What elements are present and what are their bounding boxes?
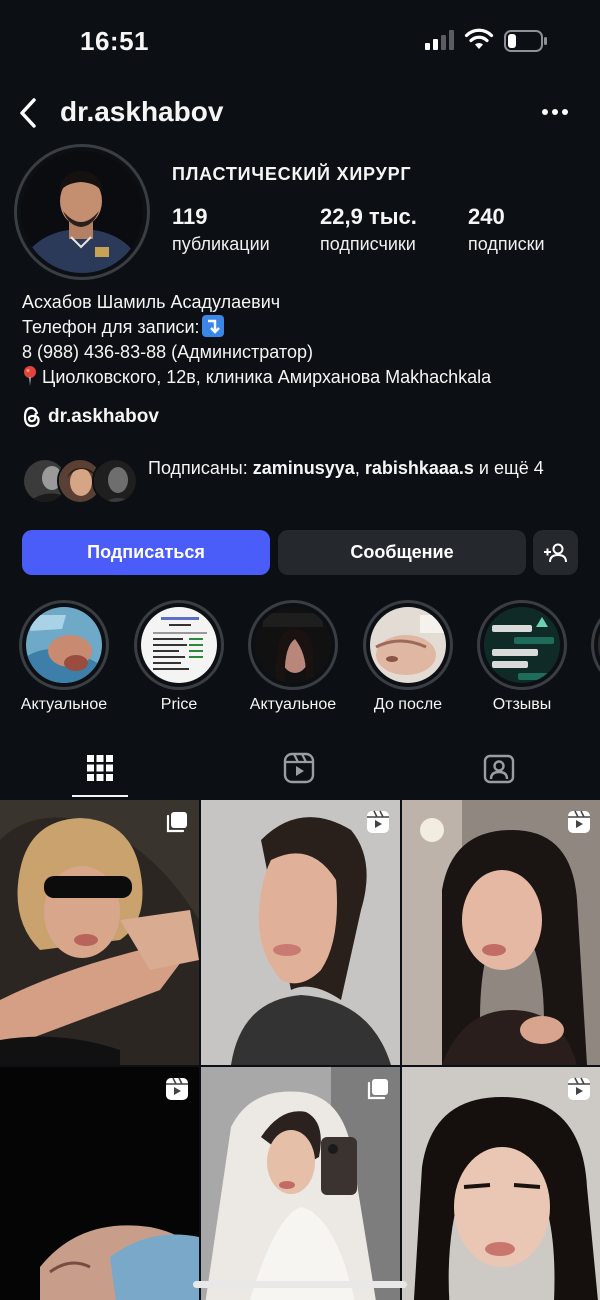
avatar-photo <box>21 151 143 273</box>
highlight-label: Отзывы <box>492 696 552 713</box>
follower-avatar <box>92 458 138 504</box>
following-count[interactable]: 240 подписки <box>468 203 545 257</box>
more-options-icon[interactable] <box>540 100 570 124</box>
posts-count-value: 119 <box>172 204 208 229</box>
highlight-cover-image <box>141 607 217 683</box>
bio-address: Циолковского, 12в, клиника Амирханова Ma… <box>42 367 492 387</box>
reel-icon <box>568 810 590 833</box>
status-time: 16:51 <box>80 26 149 56</box>
reel-icon <box>166 1077 188 1100</box>
location-pin-icon <box>24 366 36 386</box>
profile-bio: Асхабов Шамиль Асадулаевич Телефон для з… <box>22 290 491 390</box>
highlight-cover-image <box>484 607 560 683</box>
followed-by-user-1: zaminusyya <box>252 458 355 478</box>
followed-by-text[interactable]: Подписаны: zaminusyya, rabishkaaa.s и ещ… <box>148 456 578 481</box>
arrow-down-emoji-icon <box>201 315 224 337</box>
message-button[interactable]: Сообщение <box>278 530 526 575</box>
tab-reels[interactable] <box>279 748 319 788</box>
post-thumbnail[interactable] <box>201 800 400 1065</box>
home-indicator[interactable] <box>193 1281 407 1288</box>
highlight-cover-image <box>26 607 102 683</box>
bio-phone-label: Телефон для записи: <box>22 317 200 337</box>
post-thumbnail[interactable] <box>201 1067 400 1300</box>
story-highlight[interactable] <box>591 600 600 690</box>
carousel-icon <box>367 1079 388 1100</box>
highlight-cover-image <box>255 607 331 683</box>
followed-by-suffix: и ещё 4 <box>473 458 544 478</box>
tab-posts-grid[interactable] <box>80 748 120 788</box>
story-highlight[interactable]: Price <box>134 600 224 714</box>
highlight-label: Актуальное <box>20 696 108 713</box>
post-thumbnail[interactable] <box>0 800 199 1065</box>
threads-profile-link[interactable]: dr.askhabov <box>22 406 159 428</box>
bio-phone-label-line: Телефон для записи: <box>22 315 491 340</box>
add-person-icon <box>543 543 567 562</box>
post-image <box>402 800 600 1065</box>
following-count-value: 240 <box>468 204 505 229</box>
post-image <box>201 1067 400 1300</box>
bio-name: Асхабов Шамиль Асадулаевич <box>22 292 281 312</box>
post-thumbnail[interactable] <box>402 1067 600 1300</box>
followers-count-value: 22,9 тыс. <box>320 204 417 229</box>
threads-icon <box>23 406 40 428</box>
post-image <box>0 800 199 1065</box>
followed-by-separator: , <box>354 458 365 478</box>
story-highlight[interactable]: Актуальное <box>19 600 109 714</box>
post-image <box>0 1067 199 1300</box>
posts-grid <box>0 800 600 1300</box>
highlight-label: Актуальное <box>249 696 337 713</box>
posts-count[interactable]: 119 публикации <box>172 203 270 257</box>
post-image <box>402 1067 600 1300</box>
followed-by-prefix: Подписаны: <box>148 458 253 478</box>
post-thumbnail[interactable] <box>402 800 600 1065</box>
highlight-label: Price <box>160 696 198 713</box>
profile-username-title: dr.askhabov <box>60 96 224 127</box>
story-highlight[interactable]: Отзывы <box>477 600 567 714</box>
reel-icon <box>367 810 389 833</box>
profile-category: ПЛАСТИЧЕСКИЙ ХИРУРГ <box>172 164 412 184</box>
back-arrow-icon[interactable] <box>14 96 44 130</box>
threads-handle: dr.askhabov <box>48 406 159 427</box>
bio-phone[interactable]: 8 (988) 436-83-88 (Администратор) <box>22 340 491 365</box>
story-highlight[interactable]: До после <box>363 600 453 714</box>
carousel-icon <box>166 812 187 833</box>
tagged-icon <box>483 754 515 784</box>
tab-tagged[interactable] <box>479 748 519 788</box>
reel-icon <box>568 1077 590 1100</box>
status-bar: 16:51 <box>0 0 600 80</box>
following-count-label: подписки <box>468 234 545 254</box>
post-thumbnail[interactable] <box>0 1067 199 1300</box>
followed-by-avatars[interactable] <box>22 458 138 504</box>
story-highlight[interactable]: Актуальное <box>248 600 338 714</box>
suggest-people-button[interactable] <box>533 530 578 575</box>
profile-avatar[interactable] <box>14 144 150 280</box>
grid-icon <box>87 755 113 781</box>
active-tab-indicator <box>72 795 128 797</box>
bio-address-line: Циолковского, 12в, клиника Амирханова Ma… <box>22 365 491 390</box>
followers-count[interactable]: 22,9 тыс. подписчики <box>320 203 417 257</box>
reels-icon <box>283 752 315 784</box>
post-image <box>201 800 400 1065</box>
battery-icon <box>504 30 547 52</box>
posts-count-label: публикации <box>172 234 270 254</box>
wifi-icon <box>464 28 494 49</box>
highlight-label: До после <box>373 696 443 713</box>
highlight-cover-image <box>370 607 446 683</box>
followed-by-user-2: rabishkaaa.s <box>364 458 474 478</box>
cellular-signal-icon <box>425 30 454 50</box>
followers-count-label: подписчики <box>320 234 416 254</box>
follow-button[interactable]: Подписаться <box>22 530 270 575</box>
